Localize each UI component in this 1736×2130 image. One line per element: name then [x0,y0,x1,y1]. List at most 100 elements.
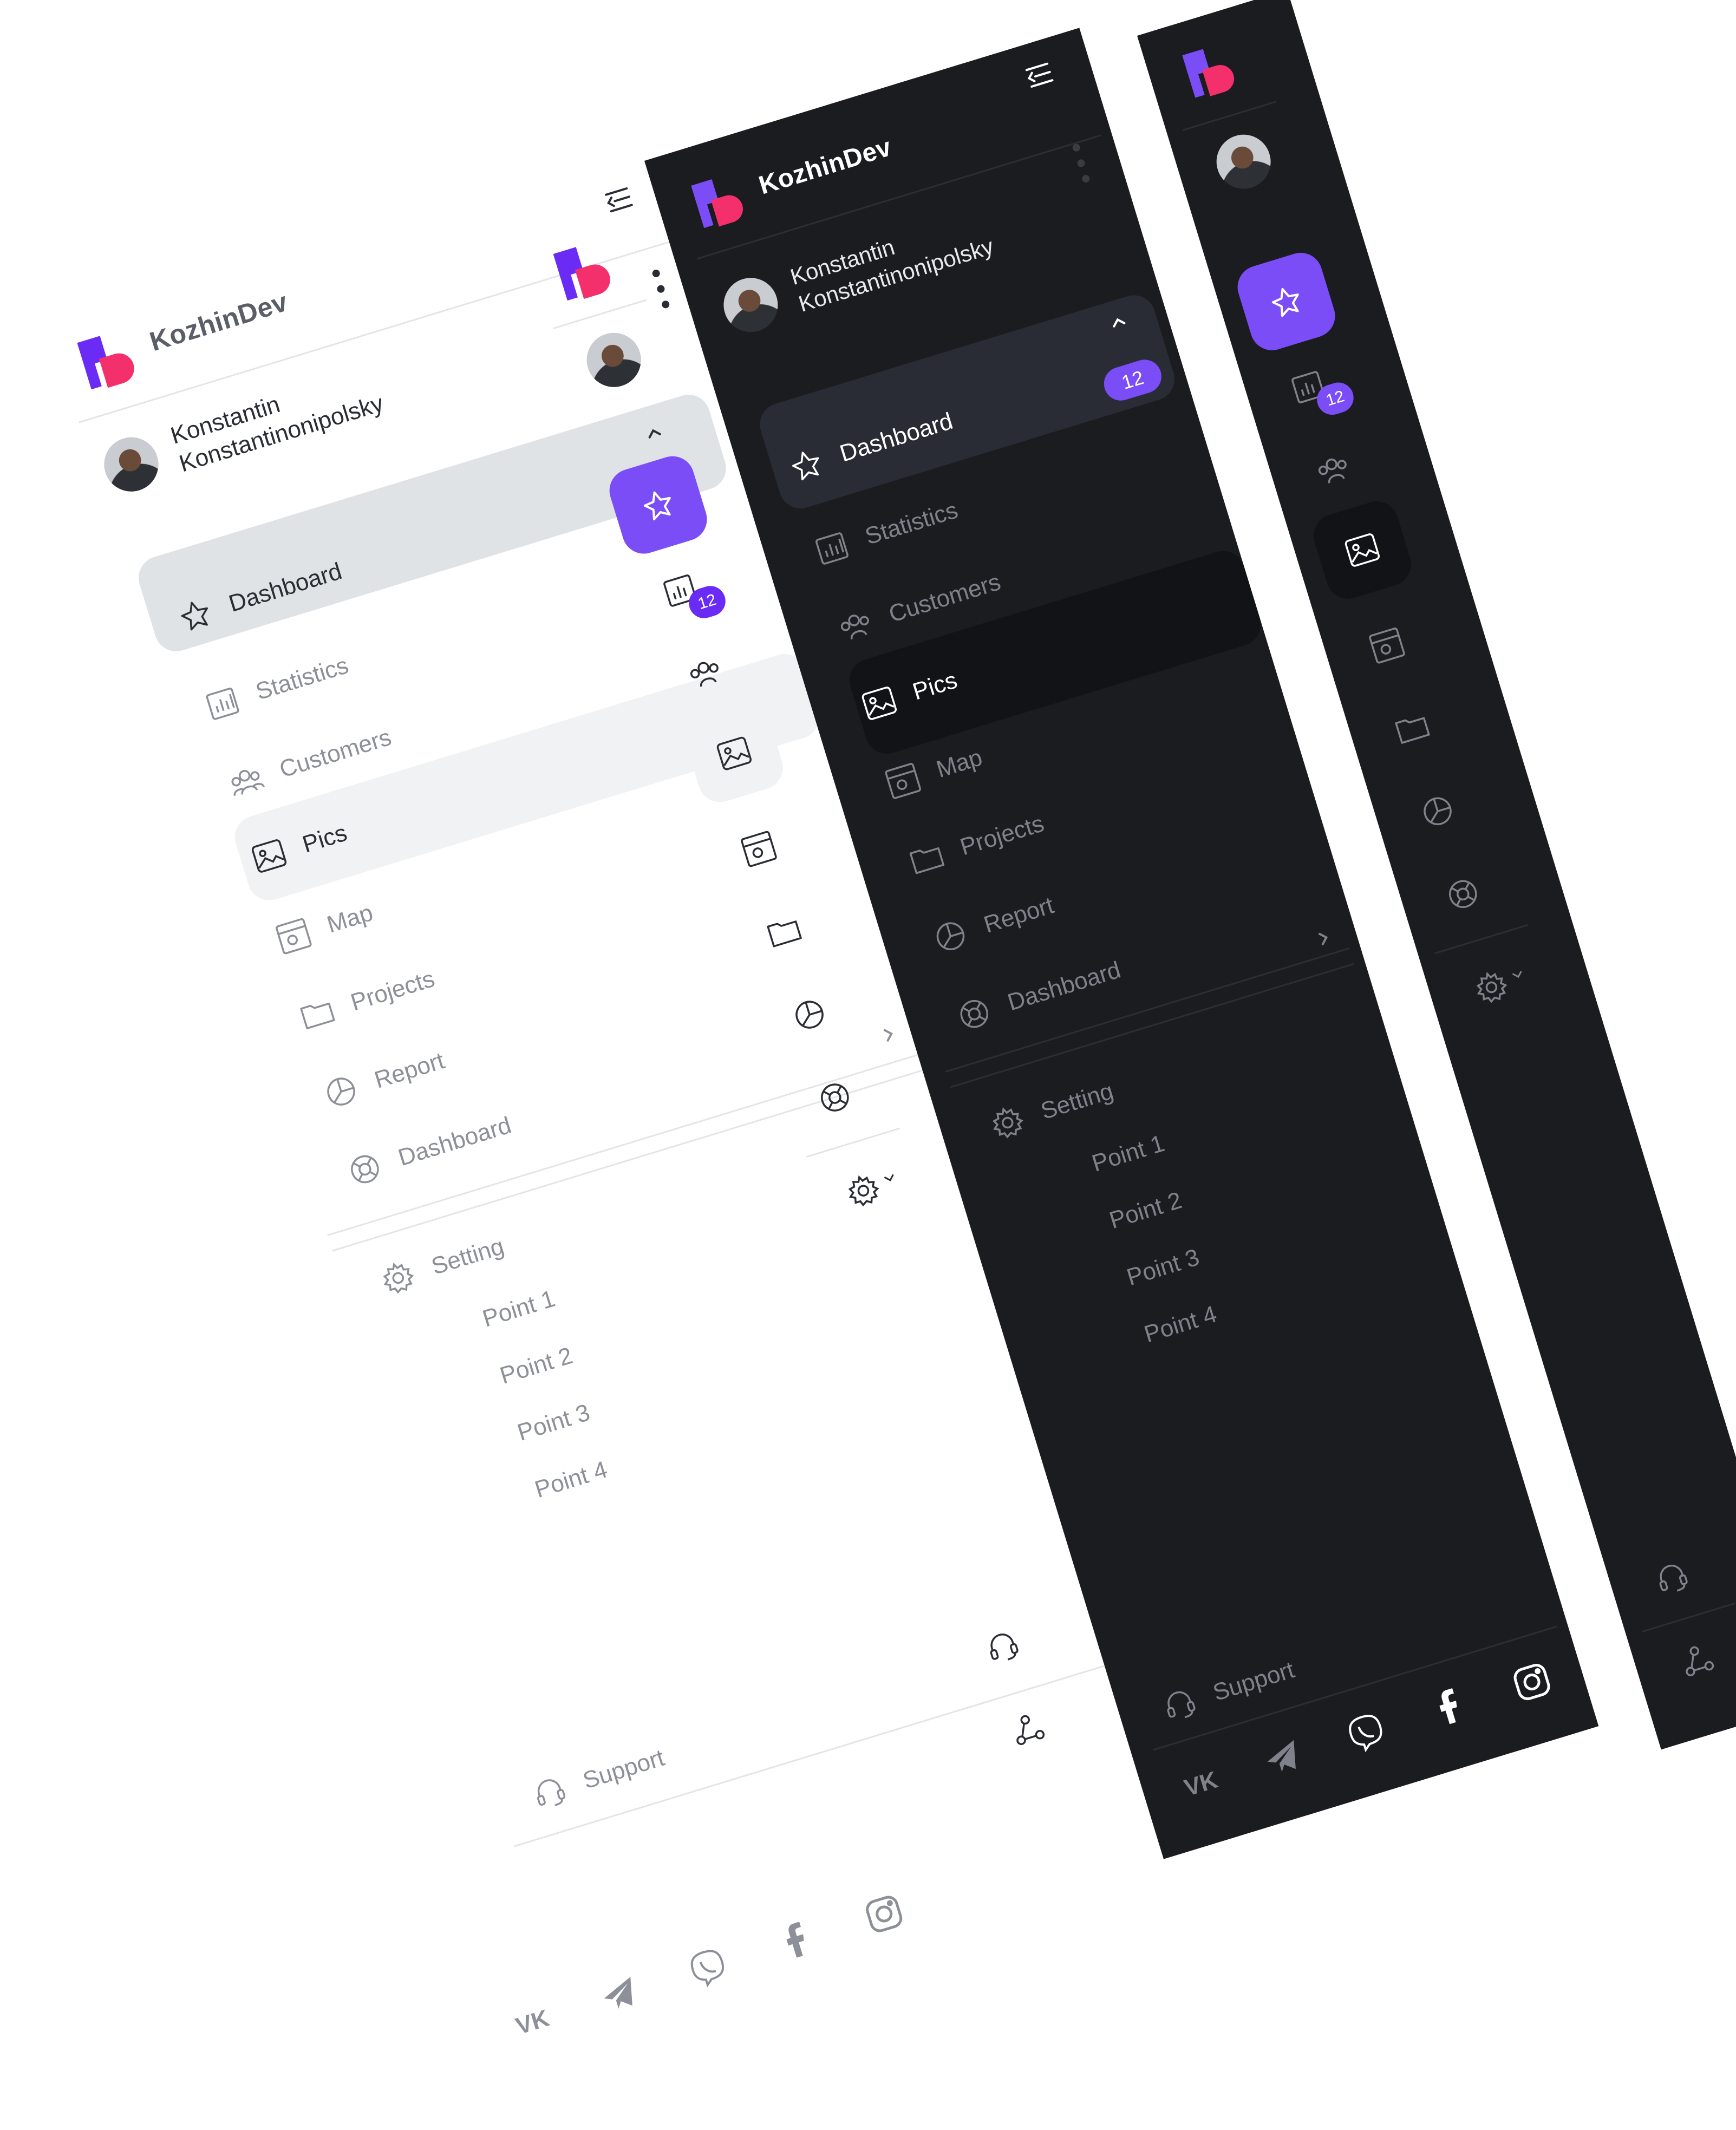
footer-divider [1642,1602,1736,1633]
setting-point-1[interactable]: Point 1 [1089,1130,1168,1178]
avatar[interactable] [716,271,785,339]
user-profile[interactable]: Konstantin Konstantinonipolsky [97,361,387,500]
menu-item-label: Pics [909,667,961,705]
strip-dashboard-button[interactable] [1232,247,1341,356]
pie-icon[interactable] [788,993,831,1036]
users-icon[interactable] [683,651,727,695]
lifebuoy-icon [343,1148,387,1191]
users-icon[interactable] [1311,448,1355,491]
chart-icon [810,526,853,570]
brand-logo[interactable] [685,167,753,234]
setting-point-3[interactable]: Point 3 [514,1399,593,1447]
viber-icon[interactable] [1342,1708,1391,1757]
svg-text:VK: VK [513,2005,552,2040]
gear-icon[interactable] [841,1169,885,1212]
header-divider [1183,101,1277,131]
pie-icon [929,914,973,958]
menu-item-label: Map [324,899,376,938]
headset-icon [528,1770,571,1814]
menu-item-label: Pics [299,819,350,858]
pie-icon[interactable] [1416,789,1459,833]
chevron-down-icon[interactable] [1507,965,1528,985]
setting-label: Setting [1037,1077,1117,1125]
star-icon [1265,280,1308,323]
menu-item-label: Dashboard [395,1112,514,1172]
vk-icon[interactable]: VK [1176,1759,1225,1808]
folder-icon [296,992,339,1036]
viber-icon[interactable] [684,1943,733,1992]
menu-item-label: Projects [957,810,1047,861]
menu-item-label: Projects [348,965,438,1016]
pie-icon [319,1070,363,1113]
telegram-icon[interactable] [596,1970,644,2019]
brand-logo[interactable] [546,233,621,307]
menu-item-label: Statistics [862,496,961,550]
avatar[interactable] [580,326,648,394]
star-icon [637,484,680,527]
menu-item-label: Dashboard [1004,956,1124,1016]
avatar[interactable] [1210,128,1278,196]
user-profile[interactable]: Konstantin Konstantinonipolsky [716,205,997,339]
facebook-icon[interactable] [1425,1683,1473,1732]
avatar[interactable] [97,430,165,499]
menu-item-label: Map [933,744,986,783]
share-icon[interactable] [1676,1639,1719,1682]
brand-logo[interactable] [70,322,145,396]
setting-point-4[interactable]: Point 4 [532,1456,611,1504]
menu-divider [806,1127,900,1158]
setting-label: Setting [428,1233,507,1280]
gear-icon[interactable] [1470,965,1513,1009]
folder-icon[interactable] [762,910,806,953]
vk-icon[interactable]: VK [507,1997,556,2046]
svg-text:VK: VK [1182,1767,1221,1802]
menu-divider [1434,924,1529,955]
setting-point-3[interactable]: Point 3 [1124,1244,1203,1291]
brand-name: KozhinDev [755,133,895,200]
setting-point-4[interactable]: Point 4 [1141,1301,1220,1348]
setting-point-2[interactable]: Point 2 [1106,1187,1185,1234]
menu-item-label: Dashboard [837,407,956,467]
user-name: Konstantin Konstantinonipolsky [167,361,387,479]
brand-logo[interactable] [1176,36,1244,104]
more-options-icon[interactable] [1069,141,1093,185]
map-icon[interactable] [738,827,781,871]
instagram-icon[interactable] [1507,1658,1556,1707]
support-label: Support [579,1744,668,1794]
map-icon [272,914,315,958]
map-icon [882,759,925,802]
menu-item-label: Customers [276,723,395,783]
lifebuoy-icon [952,992,996,1036]
lifebuoy-icon[interactable] [813,1076,857,1119]
menu-item-label: Dashboard [225,558,345,617]
strip-dashboard-button[interactable] [604,450,713,559]
menu-item-setting[interactable]: Setting [981,1057,1123,1161]
footer-divider [974,1676,1068,1707]
support-link[interactable]: Support [523,1723,674,1831]
chevron-right-icon[interactable] [1310,925,1337,952]
headset-icon[interactable] [981,1625,1024,1668]
menu-item-label: Report [981,892,1057,938]
users-icon [225,759,268,802]
menu-item-setting[interactable]: Setting [371,1212,514,1317]
folder-icon [905,837,949,880]
setting-point-1[interactable]: Point 1 [479,1285,558,1333]
menu-item-label: Customers [885,569,1004,628]
folder-icon[interactable] [1391,707,1434,750]
users-icon [834,604,877,648]
setting-point-2[interactable]: Point 2 [497,1342,576,1390]
headset-icon[interactable] [1650,1556,1694,1599]
collapse-menu-icon[interactable] [1017,54,1060,97]
gear-icon [376,1256,420,1299]
facebook-icon[interactable] [772,1917,820,1965]
lifebuoy-icon[interactable] [1441,872,1485,916]
menu-item-label: Statistics [252,652,352,705]
chevron-down-icon[interactable] [879,1168,899,1188]
menu-item-label: Report [371,1047,448,1094]
telegram-icon[interactable] [1259,1734,1308,1782]
map-icon[interactable] [1366,624,1409,667]
brand-name: KozhinDev [146,286,291,357]
share-icon[interactable] [1007,1708,1050,1751]
instagram-icon[interactable] [860,1890,909,1938]
support-label: Support [1210,1656,1298,1707]
headset-icon [1158,1683,1202,1726]
